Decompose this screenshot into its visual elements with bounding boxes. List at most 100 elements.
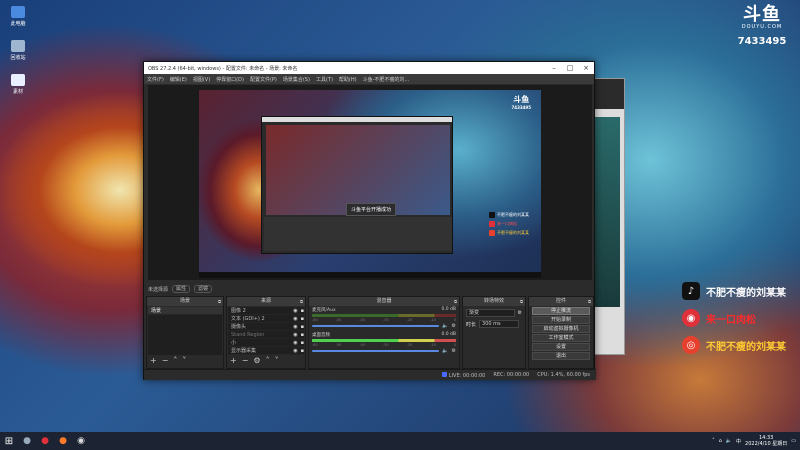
lock-icon: ▪ [300, 307, 304, 314]
rec-status: REC: 00:00:00 [493, 372, 530, 378]
menu-view[interactable]: 视图(V) [193, 76, 210, 83]
channel-db: 0.0 dB [441, 332, 456, 337]
windows-start-icon[interactable]: ⊞ [0, 436, 18, 447]
desktop-icon-folder[interactable]: 素材 [6, 74, 30, 95]
speaker-icon[interactable]: 🔈 [442, 323, 448, 329]
desktop-icon-computer[interactable]: 此电脑 [6, 6, 30, 27]
social-row-tiktok: ♪ 不肥不瘦的刘某某 [682, 280, 786, 302]
properties-button[interactable]: 属性 [172, 285, 191, 293]
menu-edit[interactable]: 编辑(E) [170, 76, 187, 83]
desktop-icon-label: 素材 [12, 89, 23, 95]
source-item[interactable]: 摄像头 ◉ ▪ [228, 323, 304, 331]
volume-slider[interactable] [312, 325, 440, 327]
start-recording-button[interactable]: 开始录制 [532, 316, 590, 324]
douyu-brand: 斗鱼 DOUYU.COM 7433495 [732, 4, 792, 48]
speaker-icon[interactable]: 🔈 [442, 348, 448, 354]
tray-chevron-icon[interactable]: ˄ [712, 438, 715, 444]
add-scene-icon[interactable]: + [150, 356, 157, 365]
clock[interactable]: 14:33 2022/4/10 星期日 [745, 435, 787, 447]
minimize-icon[interactable]: – [546, 64, 562, 72]
netease-icon[interactable]: ● [36, 432, 54, 450]
studio-mode-button[interactable]: 工作室模式 [532, 334, 590, 342]
transitions-dock: 转场特效 ⧉ 渐变 ⚙ 时长 300 ms [462, 296, 526, 369]
ime-icon[interactable]: 中 [736, 438, 741, 445]
move-up-icon[interactable]: ˄ [266, 356, 270, 365]
obs-taskbar-icon[interactable]: ◉ [72, 432, 90, 450]
menu-help[interactable]: 帮助(H) [339, 76, 357, 83]
desktop-icon-recycle-bin[interactable]: 回收站 [6, 40, 30, 61]
close-icon[interactable]: × [578, 64, 594, 72]
transition-select[interactable]: 渐变 [466, 309, 515, 317]
window-title: OBS 27.2.4 (64-bit, windows) - 配置文件: 未命名… [148, 65, 298, 72]
status-bar: LIVE: 00:00:00 REC: 00:00:00 CPU: 1.4%, … [144, 369, 596, 380]
menu-scene-collection[interactable]: 场景集合(S) [283, 76, 310, 83]
lock-icon: ▪ [300, 315, 304, 322]
gear-icon[interactable]: ⚙ [253, 356, 260, 365]
stop-streaming-button[interactable]: 停止推流 [532, 307, 590, 315]
volume-meter [312, 314, 456, 317]
remove-source-icon[interactable]: − [242, 356, 249, 365]
dock-title: 混音器 [376, 298, 392, 304]
source-item[interactable]: 文本 (GDI+) 2 ◉ ▪ [228, 315, 304, 323]
obs-titlebar[interactable]: OBS 27.2.4 (64-bit, windows) - 配置文件: 未命名… [144, 62, 594, 74]
scene-item[interactable]: 场景 [148, 307, 222, 315]
taskbar: ⊞ ● ● ● ◉ ˄ ⌂ 🔈 中 14:33 2022/4/10 星期日 ▭ [0, 432, 800, 450]
preview-canvas[interactable]: 斗鱼 7433495 不肥不瘦的刘某某 来一口肉松 不肥不瘦的刘某某 斗鱼平台开… [148, 85, 592, 280]
source-item[interactable]: 显示器采集 ◉ ▪ [228, 347, 304, 355]
maximize-icon[interactable]: □ [562, 64, 578, 72]
obs-window[interactable]: OBS 27.2.4 (64-bit, windows) - 配置文件: 未命名… [143, 61, 596, 380]
steam-icon[interactable]: ● [18, 432, 36, 450]
duration-label: 时长 [466, 321, 477, 328]
source-item[interactable]: 图像 2 ◉ ▪ [228, 307, 304, 315]
mixer-channel: 麦克风/Aux 0.0 dB -60 -50 -40 -30 -20 -10 0 🔈 ⚙ [312, 307, 456, 329]
folder-icon [11, 74, 25, 86]
menu-file[interactable]: 文件(F) [147, 76, 164, 83]
volume-icon[interactable]: 🔈 [726, 438, 732, 444]
douyu-app-icon[interactable]: ● [54, 432, 72, 450]
eye-icon: ◉ [293, 339, 298, 346]
dock-title: 控件 [555, 298, 566, 304]
lock-icon: ▪ [300, 339, 304, 346]
gear-icon[interactable]: ⚙ [452, 323, 456, 329]
volume-slider[interactable] [312, 350, 440, 352]
network-icon[interactable]: ⌂ [719, 438, 722, 444]
exit-button[interactable]: 退出 [532, 352, 590, 360]
remove-scene-icon[interactable]: − [162, 356, 169, 365]
netease-music-icon: ◉ [682, 309, 700, 327]
menu-docks[interactable]: 停靠窗口(D) [216, 76, 244, 83]
preview-image: 斗鱼 7433495 不肥不瘦的刘某某 来一口肉松 不肥不瘦的刘某某 斗鱼平台开… [199, 90, 541, 278]
notification-icon[interactable]: ▭ [791, 438, 796, 444]
add-source-icon[interactable]: + [230, 356, 237, 365]
channel-name: 麦克风/Aux [312, 308, 336, 313]
filters-button[interactable]: 滤镜 [194, 285, 213, 293]
move-down-icon[interactable]: ˅ [182, 356, 186, 365]
social-text: 来一口肉松 [706, 314, 756, 326]
source-item[interactable]: 小 ◉ ▪ [228, 339, 304, 347]
source-item[interactable]: Stand Region ◉ ▪ [228, 331, 304, 339]
preview-brand: 斗鱼 7433495 [511, 95, 531, 110]
lock-icon: ▪ [300, 347, 304, 354]
settings-button[interactable]: 设置 [532, 343, 590, 351]
gear-icon[interactable]: ⚙ [518, 310, 522, 316]
eye-icon: ◉ [293, 347, 298, 354]
move-up-icon[interactable]: ˄ [173, 356, 177, 365]
dock-title: 场景 [179, 298, 190, 304]
social-text: 不肥不瘦的刘某某 [706, 341, 786, 353]
lock-icon: ▪ [300, 331, 304, 338]
move-down-icon[interactable]: ˅ [275, 356, 279, 365]
start-virtual-camera-button[interactable]: 启动虚拟摄像机 [532, 325, 590, 333]
preview-social-overlay: 不肥不瘦的刘某某 来一口肉松 不肥不瘦的刘某某 [489, 210, 529, 237]
social-row-netease: ◉ 来一口肉松 [682, 307, 786, 329]
eye-icon: ◉ [293, 315, 298, 322]
menu-tools[interactable]: 工具(T) [316, 76, 333, 83]
eye-icon: ◉ [293, 307, 298, 314]
dock-area: 场景 ⧉ 场景 + − ˄ ˅ 来源 ⧉ 图像 2 ◉ ▪ 文本 (GDI+) 2 ◉ ▪ … [144, 296, 596, 369]
douyu-logo: 斗鱼 [743, 4, 781, 25]
live-status: LIVE: 00:00:00 [441, 371, 485, 379]
menu-douyu[interactable]: 斗鱼-不肥不瘦的刘... [363, 76, 410, 83]
duration-input[interactable]: 300 ms [479, 320, 520, 328]
computer-icon [11, 6, 25, 18]
menu-bar: 文件(F) 编辑(E) 视图(V) 停靠窗口(D) 配置文件(P) 场景集合(S… [144, 74, 594, 84]
menu-profile[interactable]: 配置文件(P) [250, 76, 277, 83]
gear-icon[interactable]: ⚙ [452, 348, 456, 354]
